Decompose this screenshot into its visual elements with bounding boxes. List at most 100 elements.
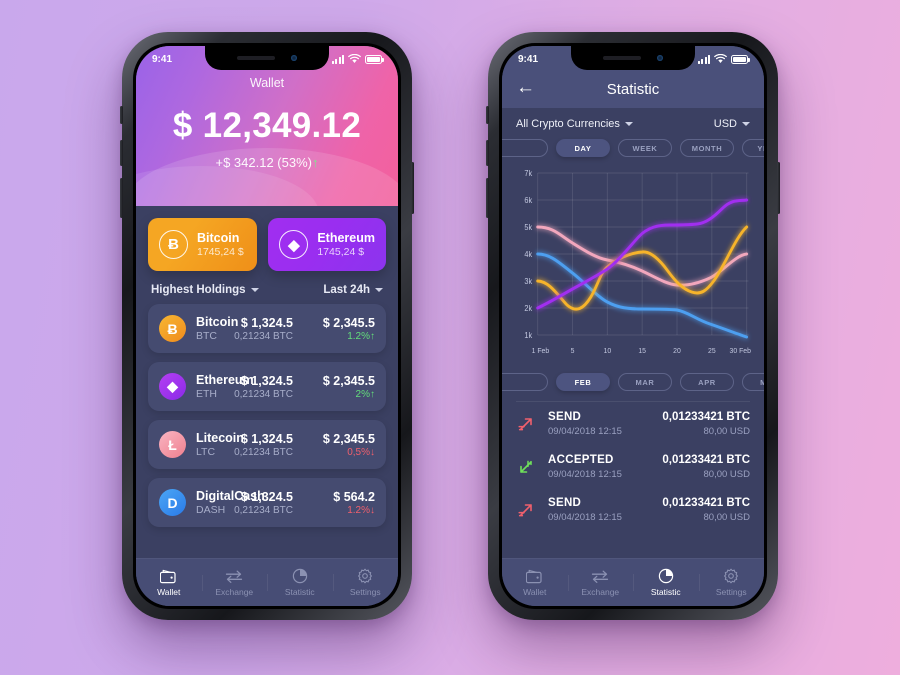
list-item[interactable]: Ł Litecoin LTC $ 1,324.5 0,21234 BTC $ 2… — [148, 420, 386, 469]
coin-holdings: $ 1,324.5 0,21234 BTC — [219, 316, 293, 342]
svg-text:25: 25 — [708, 346, 716, 355]
tab-wallet[interactable]: Wallet — [502, 569, 568, 597]
arrow-up-icon: ↑ — [311, 155, 319, 170]
transaction-amounts: 0,01233421 BTC 80,00 USD — [662, 411, 750, 437]
coin-holdings: $ 1,324.5 0,21234 BTC — [219, 374, 293, 400]
coin-name: Bitcoin — [196, 315, 239, 329]
sort-dropdown[interactable]: Highest Holdings — [151, 284, 259, 296]
list-item[interactable]: D DigitalCash DASH $ 1,324.5 0,21234 BTC… — [148, 478, 386, 527]
range-pill-prev[interactable] — [502, 139, 548, 157]
transaction-amounts: 0,01233421 BTC 80,00 USD — [662, 497, 750, 523]
coin-btc-amount: 0,21234 BTC — [234, 446, 293, 458]
bitcoin-icon: Ƀ — [159, 315, 186, 342]
tab-statistic[interactable]: Statistic — [633, 568, 699, 597]
period-dropdown[interactable]: Last 24h — [323, 284, 383, 296]
transaction-fiat: 80,00 USD — [703, 512, 750, 523]
transaction-row[interactable]: SEND 09/04/2018 12:15 0,01233421 BTC 80,… — [516, 402, 750, 445]
total-balance: $ 12,349.12 — [172, 106, 362, 145]
svg-text:5k: 5k — [524, 223, 532, 232]
transaction-info: SEND 09/04/2018 12:15 — [548, 411, 650, 437]
volume-up-button[interactable] — [486, 140, 489, 166]
coin-value: $ 2,345.5 1.2%↑ — [303, 316, 375, 342]
svg-text:6k: 6k — [524, 196, 532, 205]
volume-down-button[interactable] — [486, 178, 489, 218]
mute-switch[interactable] — [486, 106, 489, 124]
speaker-icon — [603, 56, 641, 60]
balance-change: +$ 342.12 (53%)↑ — [136, 155, 398, 170]
month-pill-apr[interactable]: APR — [680, 373, 734, 391]
coin-btc-amount: 0,21234 BTC — [234, 504, 293, 516]
power-button[interactable] — [777, 162, 780, 214]
coin-change-badge: 1.2%↑ — [303, 331, 375, 342]
coin-identity: Ethereum ETH — [196, 373, 254, 400]
volume-down-button[interactable] — [120, 178, 123, 218]
exchange-icon — [592, 570, 609, 583]
coin-change-badge: 2%↑ — [303, 389, 375, 400]
fiat-filter-dropdown[interactable]: USD — [714, 118, 750, 130]
month-pill-feb[interactable]: FEB — [556, 373, 610, 391]
tab-exchange[interactable]: Exchange — [201, 569, 268, 597]
currency-card-ethereum[interactable]: ◆ Ethereum 1745,24 $ — [268, 218, 386, 271]
coin-symbol: LTC — [196, 446, 216, 458]
tab-label: Settings — [715, 587, 747, 597]
phone-bezel: 9:41 Wallet $ 12,349.12 +$ 342.12 (53%)↑… — [133, 43, 401, 609]
month-selector: FEB MAR APR MAY — [502, 369, 764, 391]
power-button[interactable] — [411, 162, 414, 214]
cellular-signal-icon — [697, 54, 710, 64]
currency-card-text: Ethereum 1745,24 $ — [317, 231, 375, 258]
price-chart[interactable]: 7k 6k 5k 4k 3k 2k 1k 1 Feb 5 10 15 20 25 30 Feb — [502, 157, 764, 369]
wallet-screen: 9:41 Wallet $ 12,349.12 +$ 342.12 (53%)↑… — [136, 46, 398, 606]
speaker-icon — [237, 56, 275, 60]
svg-text:7k: 7k — [524, 169, 532, 178]
coin-value: $ 564.2 1.2%↓ — [303, 490, 375, 516]
mute-switch[interactable] — [120, 106, 123, 124]
range-pill-month[interactable]: MONTH — [680, 139, 734, 157]
volume-up-button[interactable] — [120, 140, 123, 166]
coin-holdings: $ 1,324.5 0,21234 BTC — [219, 490, 293, 516]
svg-text:5: 5 — [571, 346, 575, 355]
transaction-row[interactable]: SEND 09/04/2018 12:15 0,01233421 BTC 80,… — [516, 488, 750, 531]
range-pill-day[interactable]: DAY — [556, 139, 610, 157]
tab-settings[interactable]: Settings — [698, 568, 765, 597]
arrow-send-icon — [518, 504, 532, 517]
coin-identity: Bitcoin BTC — [196, 315, 239, 342]
range-pill-year[interactable]: YEAR — [742, 139, 764, 157]
chevron-down-icon — [250, 288, 259, 292]
tab-exchange[interactable]: Exchange — [567, 569, 634, 597]
tab-label: Exchange — [581, 586, 620, 597]
tab-wallet[interactable]: Wallet — [136, 569, 202, 597]
pie-chart-icon — [292, 568, 307, 584]
wifi-icon — [714, 54, 727, 63]
balance-change-value: +$ 342.12 (53%) — [215, 155, 312, 170]
transaction-amounts: 0,01233421 BTC 80,00 USD — [662, 454, 750, 480]
coin-holdings: $ 1,324.5 0,21234 BTC — [219, 432, 293, 458]
list-item[interactable]: Ƀ Bitcoin BTC $ 1,324.5 0,21234 BTC $ 2,… — [148, 304, 386, 353]
currency-filter-dropdown[interactable]: All Crypto Currencies — [516, 118, 633, 130]
currency-card-text: Bitcoin 1745,24 $ — [197, 231, 244, 258]
transaction-row[interactable]: ACCEPTED 09/04/2018 12:15 0,01233421 BTC… — [516, 445, 750, 488]
coin-value: $ 2,345.5 0,5%↓ — [303, 432, 375, 458]
coin-name: Litecoin — [196, 431, 244, 445]
currency-card-bitcoin[interactable]: Ƀ Bitcoin 1745,24 $ — [148, 218, 258, 271]
coin-total-value: $ 2,345.5 — [322, 315, 375, 330]
range-pill-week[interactable]: WEEK — [618, 139, 672, 157]
list-item[interactable]: ◆ Ethereum ETH $ 1,324.5 0,21234 BTC $ 2… — [148, 362, 386, 411]
svg-text:2k: 2k — [524, 304, 532, 313]
month-pill-may[interactable]: MAY — [742, 373, 764, 391]
chevron-down-icon — [375, 288, 383, 292]
list-fade-overlay — [502, 532, 764, 558]
notch — [205, 46, 329, 70]
tab-statistic[interactable]: Statistic — [267, 568, 333, 597]
chevron-down-icon — [742, 122, 750, 126]
notch — [571, 46, 695, 70]
transaction-amount: 0,01233421 BTC — [662, 454, 750, 466]
tab-settings[interactable]: Settings — [332, 568, 399, 597]
month-pill-prev[interactable] — [502, 373, 548, 391]
coin-identity: DigitalCash DASH — [196, 489, 265, 516]
chevron-down-icon — [624, 122, 633, 126]
status-indicators — [697, 54, 750, 64]
coin-list: Ƀ Bitcoin BTC $ 1,324.5 0,21234 BTC $ 2,… — [148, 304, 386, 527]
svg-text:1 Feb: 1 Feb — [532, 346, 550, 355]
month-pill-mar[interactable]: MAR — [618, 373, 672, 391]
front-camera-icon — [657, 55, 663, 61]
